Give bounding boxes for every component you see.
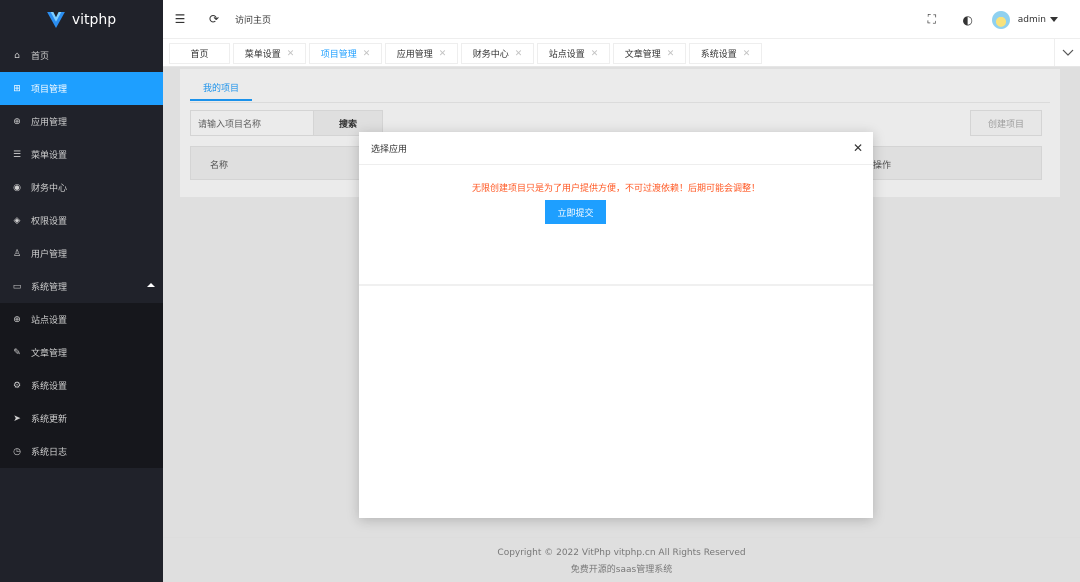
sidebar-submenu: ⊕ 站点设置 ✎ 文章管理 ⚙ 系统设置 ➤ 系统更新 ◷ 系统日志 [0, 303, 163, 468]
sidebar-item[interactable]: ⌂ 首页 [0, 39, 163, 72]
sidebar-item-label: 项目管理 [31, 85, 68, 95]
grid-icon: ⊞ [13, 83, 21, 94]
submit-button[interactable]: 立即提交 [545, 200, 606, 224]
modal-title: 选择应用 [371, 144, 408, 155]
tab[interactable]: 首页 [169, 43, 230, 64]
gear-icon: ⚙ [12, 380, 22, 391]
chevron-down-icon [1062, 49, 1073, 56]
logo[interactable]: vitphp [0, 0, 163, 39]
close-tab-icon[interactable]: ✕ [439, 49, 447, 59]
sidebar-item-label: 权限设置 [31, 217, 68, 227]
send-icon: ➤ [13, 413, 21, 424]
header-right: ⛶ ◐ admin [914, 0, 1080, 39]
sidebar-item-label: 系统管理 [31, 283, 68, 293]
currency-icon: ◉ [13, 182, 21, 193]
globe-icon: ⊕ [13, 116, 21, 127]
caret-down-icon [1050, 17, 1058, 22]
modal-message: 无限创建项目只是为了用户提供方便，不可过渡依赖！后期可能会调整！ [471, 184, 760, 194]
sidebar: vitphp ⌂ 首页 ⊞ 项目管理 ⊕ 应用管理 ☰ 菜单设置 ◉ 财务中心 ◈ 权限设置 ♙ 用户管理… [0, 0, 163, 582]
sidebar-item[interactable]: ⊞ 项目管理 [0, 72, 163, 105]
fullscreen-icon[interactable]: ⛶ [914, 0, 950, 39]
modal-divider [359, 284, 873, 286]
top-header: ☰ ⟳ 访问主页 ⛶ ◐ admin [163, 0, 1080, 39]
sidebar-item[interactable]: ☰ 菜单设置 [0, 138, 163, 171]
tabs-more-button[interactable] [1054, 39, 1080, 66]
sidebar-item-label: 应用管理 [31, 118, 68, 128]
brand-name: vitphp [71, 11, 117, 28]
sidebar-subitem-label: 系统更新 [31, 415, 68, 425]
sidebar-subitem[interactable]: ◷ 系统日志 [0, 435, 163, 468]
footer-tagline: 免费开源的saas管理系统 [570, 565, 673, 575]
footer: Copyright © 2022 VitPhp vitphp.cn All Ri… [163, 537, 1080, 582]
tab[interactable]: 项目管理 ✕ [309, 43, 382, 64]
tab-label: 站点设置 [548, 50, 585, 60]
tab[interactable]: 应用管理 ✕ [385, 43, 458, 64]
tab[interactable]: 站点设置 ✕ [537, 43, 610, 64]
avatar [991, 10, 1010, 29]
theme-palette-icon[interactable]: ◐ [950, 0, 986, 39]
page-tabs: 首页 菜单设置 ✕ 项目管理 ✕ 应用管理 ✕ 财务中心 ✕ 站点设置 ✕ 文章管理 ✕ 系统设置 ✕ [163, 39, 1080, 67]
menu-toggle-icon[interactable]: ☰ [163, 0, 197, 39]
username: admin [1017, 14, 1046, 25]
clock-icon: ◷ [13, 446, 21, 457]
home-icon: ⌂ [14, 50, 20, 61]
sidebar-item-label: 首页 [31, 52, 50, 62]
close-tab-icon[interactable]: ✕ [363, 49, 371, 59]
tab[interactable]: 财务中心 ✕ [461, 43, 534, 64]
sidebar-subitem[interactable]: ➤ 系统更新 [0, 402, 163, 435]
close-tab-icon[interactable]: ✕ [743, 49, 751, 59]
refresh-icon[interactable]: ⟳ [197, 0, 231, 39]
close-icon[interactable]: ✕ [853, 141, 863, 155]
sidebar-item[interactable]: ◈ 权限设置 [0, 204, 163, 237]
visit-home-link[interactable]: 访问主页 [235, 13, 271, 26]
sidebar-subitem[interactable]: ✎ 文章管理 [0, 336, 163, 369]
select-app-modal: 选择应用 ✕ 无限创建项目只是为了用户提供方便，不可过渡依赖！后期可能会调整！ … [359, 132, 873, 518]
close-tab-icon[interactable]: ✕ [515, 49, 523, 59]
tab-label: 应用管理 [396, 50, 433, 60]
sidebar-item[interactable]: ◉ 财务中心 [0, 171, 163, 204]
sidebar-item[interactable]: ▭ 系统管理 [0, 270, 163, 303]
tab[interactable]: 菜单设置 ✕ [233, 43, 306, 64]
tab-label: 项目管理 [320, 50, 357, 60]
tab-label: 首页 [190, 50, 209, 60]
tab-label: 财务中心 [472, 50, 509, 60]
caret-up-icon [147, 283, 155, 287]
user-icon: ♙ [12, 248, 22, 259]
sidebar-item[interactable]: ♙ 用户管理 [0, 237, 163, 270]
tab-label: 系统设置 [700, 50, 737, 60]
sidebar-subitem-label: 站点设置 [31, 316, 68, 326]
vitphp-logo-icon [46, 11, 65, 28]
close-tab-icon[interactable]: ✕ [591, 49, 599, 59]
modal-header: 选择应用 ✕ [359, 132, 873, 165]
tab-label: 菜单设置 [244, 50, 281, 60]
user-menu[interactable]: admin [991, 10, 1058, 29]
tab[interactable]: 系统设置 ✕ [689, 43, 762, 64]
sidebar-subitem-label: 系统日志 [31, 448, 68, 458]
edit-icon: ✎ [13, 347, 21, 358]
tab[interactable]: 文章管理 ✕ [613, 43, 686, 64]
sidebar-subitem[interactable]: ⊕ 站点设置 [0, 303, 163, 336]
footer-copyright: Copyright © 2022 VitPhp vitphp.cn All Ri… [497, 548, 746, 558]
sidebar-item-label: 用户管理 [31, 250, 68, 260]
list-icon: ☰ [12, 149, 22, 160]
sidebar-subitem[interactable]: ⚙ 系统设置 [0, 369, 163, 402]
sidebar-item-label: 菜单设置 [31, 151, 68, 161]
close-tab-icon[interactable]: ✕ [667, 49, 675, 59]
sidebar-item-label: 财务中心 [31, 184, 68, 194]
sidebar-menu: ⌂ 首页 ⊞ 项目管理 ⊕ 应用管理 ☰ 菜单设置 ◉ 财务中心 ◈ 权限设置 ♙ 用户管理 ▭ 系统管理 [0, 39, 163, 303]
sidebar-item[interactable]: ⊕ 应用管理 [0, 105, 163, 138]
globe-icon: ⊕ [13, 314, 21, 325]
close-tab-icon[interactable]: ✕ [287, 49, 295, 59]
sidebar-subitem-label: 文章管理 [31, 349, 68, 359]
key-icon: ◈ [13, 215, 21, 226]
tab-label: 文章管理 [624, 50, 661, 60]
monitor-icon: ▭ [12, 281, 22, 292]
sidebar-subitem-label: 系统设置 [31, 382, 68, 392]
